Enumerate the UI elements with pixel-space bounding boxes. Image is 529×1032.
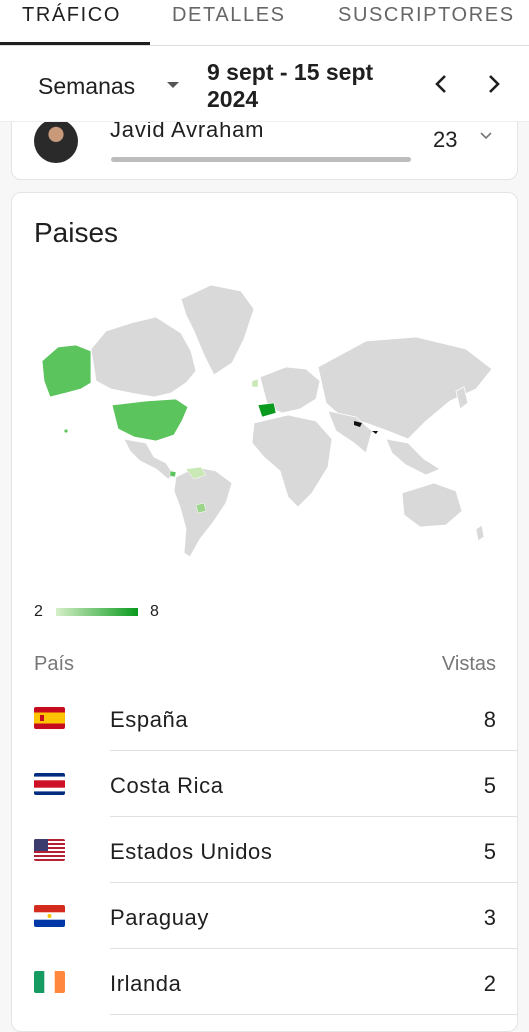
usa-flag-icon [34, 839, 65, 861]
column-country: País [34, 653, 75, 675]
country-views: 5 [483, 773, 496, 798]
countries-title: Paises [34, 217, 119, 248]
country-views: 8 [483, 707, 496, 732]
map-marker-b [372, 431, 378, 434]
next-week-icon[interactable] [480, 70, 508, 98]
map-paraguay [195, 502, 207, 514]
avatar [34, 119, 78, 163]
active-tab-indicator [0, 42, 150, 45]
tab-detalles[interactable]: DETALLES [172, 4, 286, 27]
table-row[interactable]: Costa Rica 5 [34, 751, 517, 817]
chevron-down-icon[interactable] [479, 131, 493, 141]
map-canada [90, 316, 197, 398]
map-hawaii [64, 429, 68, 433]
spain-flag-icon [34, 707, 65, 729]
previous-week-icon[interactable] [428, 70, 456, 98]
costa-rica-flag-icon [34, 773, 65, 795]
period-select-label[interactable]: Semanas [38, 73, 135, 100]
map-africa [251, 414, 333, 508]
map-mexico [123, 438, 175, 480]
date-range-text: 9 sept - 15 sept 2024 [207, 59, 407, 113]
row-divider [110, 1014, 517, 1015]
table-row[interactable]: Irlanda 2 [34, 949, 517, 1015]
ireland-flag-icon [34, 971, 65, 993]
country-name: España [110, 707, 189, 732]
range-line-1: 9 sept - 15 sept [207, 59, 374, 85]
world-map [41, 284, 493, 558]
map-usa [111, 398, 189, 442]
country-name: Costa Rica [110, 773, 224, 798]
country-name: Estados Unidos [110, 839, 273, 864]
table-row[interactable]: España 8 [34, 685, 517, 751]
country-views: 3 [483, 905, 496, 930]
tab-suscriptores[interactable]: SUSCRIPTORES [338, 4, 515, 27]
map-alaska [41, 344, 92, 398]
range-line-2: 2024 [207, 86, 259, 112]
column-views: Vistas [441, 653, 496, 675]
map-se-asia [385, 438, 441, 476]
legend-gradient [56, 608, 138, 616]
country-views: 5 [483, 839, 496, 864]
table-row[interactable]: Estados Unidos 5 [34, 817, 517, 883]
legend-max: 8 [150, 603, 159, 620]
map-costa-rica [169, 470, 177, 478]
map-new-zealand [475, 524, 485, 542]
tab-bar: TRÁFICO DETALLES SUSCRIPTORES [0, 0, 529, 46]
table-row[interactable]: Paraguay 3 [34, 883, 517, 949]
subscriber-count: 23 [433, 127, 458, 152]
map-australia [401, 482, 463, 528]
paraguay-flag-icon [34, 905, 65, 927]
map-spain [257, 402, 277, 418]
country-views: 2 [483, 971, 496, 996]
date-bar-overlay: Semanas 9 sept - 15 sept 2024 [0, 46, 529, 122]
table-header: País Vistas [34, 653, 496, 676]
country-name: Paraguay [110, 905, 209, 930]
country-name: Irlanda [110, 971, 182, 996]
subscriber-progress-bar [111, 157, 411, 162]
tab-trafico[interactable]: TRÁFICO [22, 4, 121, 27]
countries-card: Paises 2 8 País Vistas España 8 Costa Ri… [11, 192, 518, 1032]
dropdown-caret-icon[interactable] [167, 82, 179, 88]
map-ireland [251, 378, 259, 388]
legend-min: 2 [34, 603, 43, 620]
